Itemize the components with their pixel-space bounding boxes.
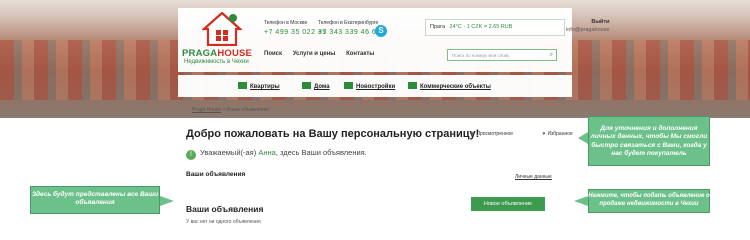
ads-empty-message: У вас нет ни одного объявления (186, 219, 261, 225)
new-ad-button[interactable]: Новое объявление (471, 197, 545, 211)
user-email: info@pragahouse (566, 27, 610, 33)
city-weather-box: Прага 24°C · 1 CZK = 2.65 RUB (425, 19, 565, 36)
phone-label: Телефон в Екатеринбурге (318, 20, 379, 26)
breadcrumb: Praga House > Ваши объявления (192, 107, 269, 113)
brand-name: PRAGAHOUSE (182, 48, 253, 59)
callout-ads-list: Здесь будут представлены все Ваши объявл… (30, 186, 174, 214)
breadcrumb-home[interactable]: Praga House (192, 107, 221, 113)
top-nav: Поиск Услуги и цены Контакты (264, 51, 383, 57)
city-selector[interactable]: Прага (430, 24, 445, 30)
brand-tagline: Недвижимость в Чехии (184, 59, 249, 65)
category-apartments[interactable]: Квартиры (238, 82, 280, 90)
search-placeholder: Поиск по номеру или слову (452, 53, 510, 58)
viewed-link[interactable]: ◉ Просмотренное (470, 131, 527, 137)
page-title: Добро пожаловать на Вашу персональную ст… (186, 128, 480, 140)
category-nav: Квартиры Дома Новостройки Коммерческие о… (178, 75, 572, 97)
phone-number[interactable]: +7 343 339 46 63 (318, 29, 381, 36)
greeting: ! Уважаемый(-ая) Анна, здесь Ваши объявле… (186, 148, 367, 160)
category-commercial[interactable]: Коммерческие объекты (408, 82, 491, 90)
weather-rate: 24°C · 1 CZK = 2.65 RUB (449, 24, 513, 30)
house-icon (302, 82, 311, 89)
callout-personal-data: Для уточнения и дополнения личных данных… (578, 116, 710, 166)
info-icon: ! (186, 150, 196, 160)
heart-icon: ♥ (542, 131, 546, 137)
ads-heading: Ваши объявления (186, 204, 264, 214)
nav-services[interactable]: Услуги и цены (293, 51, 336, 57)
building-icon (344, 82, 353, 89)
category-houses[interactable]: Дома (302, 82, 330, 90)
category-new-buildings[interactable]: Новостройки (344, 82, 395, 90)
site-logo[interactable]: PRAGAHOUSE Недвижимость в Чехии (182, 10, 262, 66)
nav-search[interactable]: Поиск (264, 51, 282, 57)
search-icon[interactable]: ⌕ (550, 52, 553, 59)
logout-link[interactable]: Выйти (566, 19, 609, 25)
user-name: Анна (258, 148, 276, 157)
auth-block: Выйти info@pragahouse (566, 19, 610, 33)
apartment-icon (238, 82, 247, 89)
phone-ekaterinburg: Телефон в Екатеринбурге +7 343 339 46 63 (318, 20, 381, 36)
house-logo-icon (202, 12, 242, 46)
section-heading: Ваши объявления (186, 171, 246, 178)
callout-new-ad: Нажмите, чтобы подать объявление о прода… (574, 189, 710, 213)
breadcrumb-current: > Ваши объявления (221, 107, 270, 113)
skype-icon[interactable]: S (375, 25, 387, 37)
phone-label: Телефон в Москве (264, 20, 308, 26)
nav-contacts[interactable]: Контакты (346, 51, 374, 57)
personal-data-link[interactable]: Личные данные (515, 174, 552, 180)
search-input[interactable]: Поиск по номеру или слову ⌕ (447, 49, 557, 61)
eye-icon: ◉ (470, 131, 475, 137)
office-icon (408, 82, 417, 89)
